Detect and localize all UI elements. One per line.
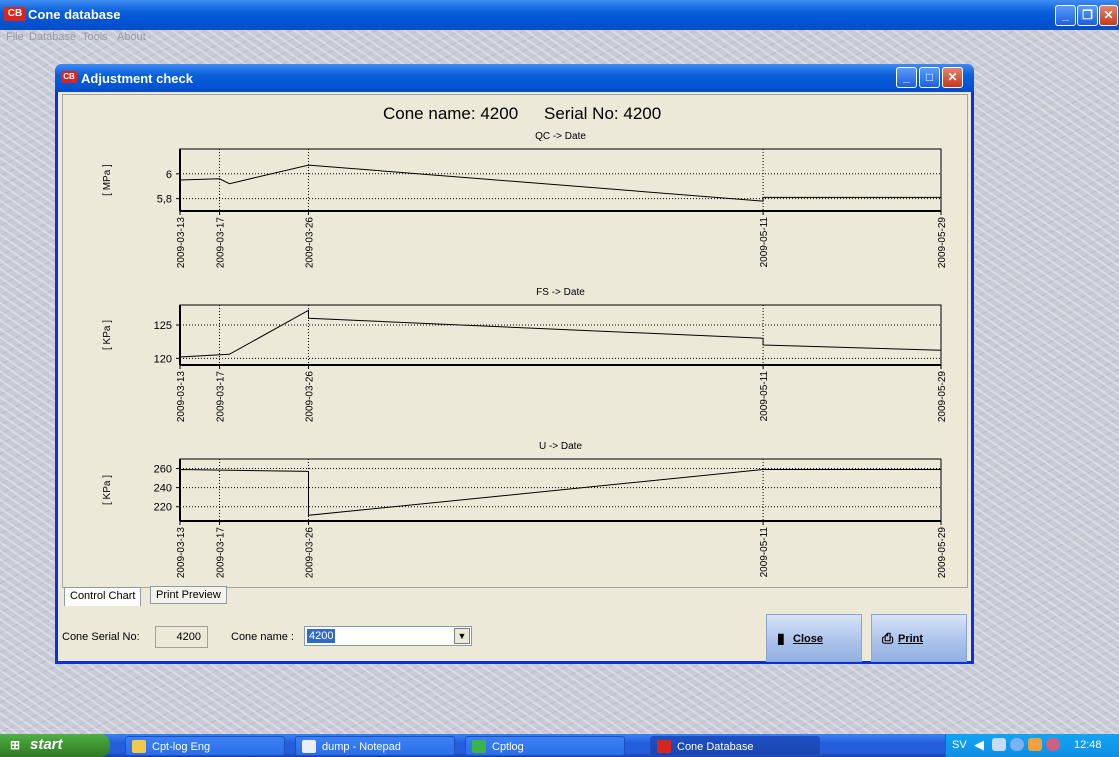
print-button[interactable]: ⎙ Print [871,614,967,662]
cone-db-icon [657,740,671,753]
security-icon[interactable] [1010,738,1024,751]
cone-name-value: 4200 [307,629,336,643]
taskbar-item-cptlog[interactable]: Cptlog [465,736,625,756]
y-tick-label: 125 [154,320,172,332]
printer-icon: ⎙ [882,630,894,646]
header-serial-no: Serial No: 4200 [544,104,661,123]
x-tick-label: 2009-05-11 [759,371,770,422]
x-tick-label: 2009-03-17 [216,371,227,423]
cone-name-select[interactable]: 4200 ▼ [304,626,472,646]
cone-serial-label: Cone Serial No: [62,631,140,643]
dialog-body: Cone name: 4200 Serial No: 4200 QC -> Da… [58,92,971,662]
x-tick-label: 2009-03-13 [176,217,187,269]
dialog-title: Adjustment check [81,71,193,86]
plot-area [179,148,942,212]
cone-name-label: Cone name : [231,631,294,643]
x-tick-label: 2009-05-11 [759,527,770,578]
menu-bar: File Database Tools About [0,30,1119,46]
chart-title: FS -> Date [536,287,585,298]
app-title: Cone database [28,7,121,22]
windows-logo-icon: ⊞ [10,738,21,752]
chart-title: U -> Date [539,441,583,452]
close-button[interactable]: ▮ Close [766,614,862,662]
x-tick-label: 2009-05-29 [937,217,948,269]
control-chart-svg: Cone name: 4200 Serial No: 4200 QC -> Da… [102,104,948,579]
y-tick-label: 240 [154,483,172,495]
cptlog-icon [472,740,486,753]
update-icon[interactable] [1028,738,1042,751]
x-tick-label: 2009-03-13 [176,527,187,579]
taskbar-item-cpt-log-eng[interactable]: Cpt-log Eng [125,736,285,756]
y-tick-label: 5,8 [157,194,172,206]
network-icon[interactable] [992,738,1006,751]
x-tick-label: 2009-03-26 [304,527,315,579]
x-tick-label: 2009-03-17 [216,527,227,579]
menu-item-tools[interactable]: Tools [82,31,108,43]
tab-print-preview[interactable]: Print Preview [150,586,227,604]
dialog-titlebar: CB Adjustment check _ □ ✕ [55,64,974,92]
taskbar-item-cone-database[interactable]: Cone Database [650,736,820,756]
y-axis-label: [ KPa ] [102,320,113,350]
app-titlebar: CB Cone database _ ❐ ✕ [0,0,1119,30]
tab-control-chart[interactable]: Control Chart [64,587,142,606]
y-tick-label: 220 [154,502,172,514]
y-tick-label: 120 [154,353,172,365]
language-indicator[interactable]: SV [952,739,967,751]
chart-title: QC -> Date [535,131,586,142]
x-tick-label: 2009-05-11 [759,217,770,268]
app-logo-icon: CB [4,7,26,21]
restore-button[interactable]: ❐ [1077,5,1098,26]
plot-area [179,304,942,366]
cone-serial-field: 4200 [155,626,208,648]
system-tray: SV ◀ 12:48 [945,734,1119,757]
close-window-button[interactable]: ✕ [1099,5,1118,26]
header-cone-name: Cone name: 4200 [383,104,518,123]
x-tick-label: 2009-03-17 [216,217,227,269]
adjustment-check-dialog: CB Adjustment check _ □ ✕ Cone name: 420… [55,64,974,664]
chart-panel: Cone name: 4200 Serial No: 4200 QC -> Da… [62,94,968,588]
chevron-down-icon[interactable]: ▼ [454,628,470,644]
taskbar: ⊞ start Cpt-log Eng dump - Notepad Cptlo… [0,734,1119,757]
menu-item-file[interactable]: File [6,31,24,43]
notepad-icon [302,740,316,753]
taskbar-item-notepad[interactable]: dump - Notepad [295,736,455,756]
folder-icon [132,740,146,753]
x-tick-label: 2009-03-26 [304,217,315,269]
y-axis-label: [ KPa ] [102,475,113,505]
x-tick-label: 2009-05-29 [937,527,948,579]
dialog-minimize-button[interactable]: _ [896,67,917,88]
dialog-logo-icon: CB [61,71,77,83]
y-tick-label: 6 [166,169,172,181]
menu-item-database[interactable]: Database [29,31,76,43]
y-axis-label: [ MPa ] [102,164,113,196]
tray-expand-icon[interactable]: ◀ [974,737,984,753]
x-tick-label: 2009-03-26 [304,371,315,423]
clock: 12:48 [1074,739,1102,751]
start-button[interactable]: ⊞ start [0,734,110,757]
x-tick-label: 2009-05-29 [937,371,948,423]
y-tick-label: 260 [154,464,172,476]
x-tick-label: 2009-03-13 [176,371,187,423]
menu-item-about[interactable]: About [117,31,146,43]
door-icon: ▮ [777,630,785,646]
dialog-maximize-button[interactable]: □ [919,67,940,88]
dialog-close-button[interactable]: ✕ [942,67,963,88]
minimize-button[interactable]: _ [1055,5,1076,26]
messenger-icon[interactable] [1046,738,1060,751]
